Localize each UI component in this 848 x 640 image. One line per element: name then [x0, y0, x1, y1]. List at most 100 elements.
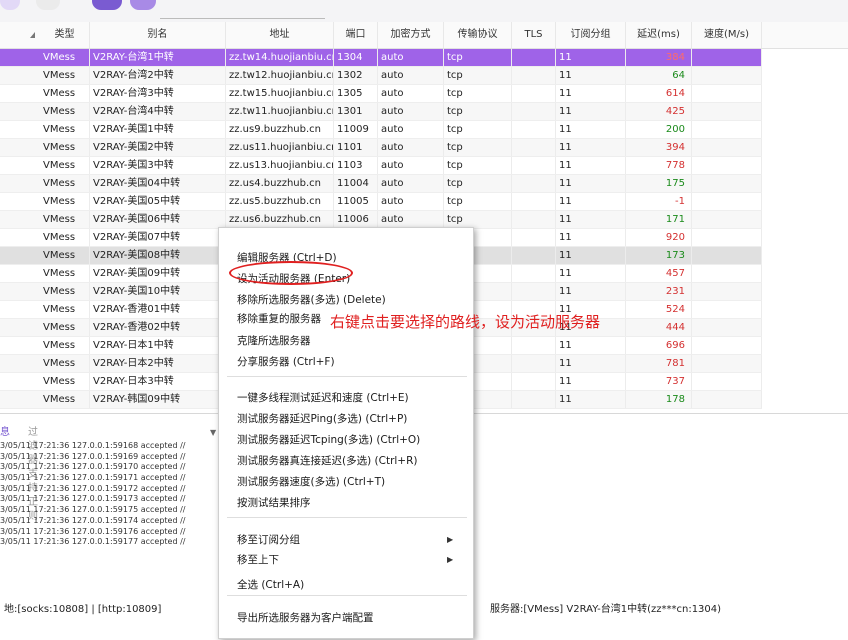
cell-type: VMess: [40, 49, 90, 67]
table-row[interactable]: VMess V2RAY-美国1中转 zz.us9.buzzhub.cn 11009 au…: [0, 121, 762, 139]
cell-tls: [512, 265, 556, 283]
column-header-port[interactable]: 端口: [334, 22, 378, 48]
cell-addr: zz.tw11.huojianbiu.cn: [226, 103, 334, 121]
table-row[interactable]: VMess V2RAY-台湾1中转 zz.tw14.huojianbiu.cn 130…: [0, 49, 762, 67]
cell-type: VMess: [40, 211, 90, 229]
cell-enc: auto: [378, 67, 444, 85]
cell-addr: zz.tw15.huojianbiu.cn: [226, 85, 334, 103]
cell-group: 11: [556, 67, 626, 85]
menu-item-remove-selected[interactable]: 移除所选服务器(多选) (Delete): [237, 290, 386, 310]
cell-type: VMess: [40, 301, 90, 319]
cell-type: VMess: [40, 193, 90, 211]
table-row[interactable]: VMess V2RAY-台湾4中转 zz.tw11.huojianbiu.cn 130…: [0, 103, 762, 121]
toolbar-button[interactable]: [0, 0, 20, 10]
cell-speed: [692, 103, 762, 121]
table-header: 类型 别名 地址 端口 加密方式 传输协议 TLS 订阅分组 延迟(ms) 速度(M/s): [0, 22, 848, 49]
table-row[interactable]: VMess V2RAY-美国04中转 zz.us4.buzzhub.cn 11004 a…: [0, 175, 762, 193]
menu-item-remove-duplicates[interactable]: 移除重复的服务器: [237, 309, 321, 329]
cell-lat: 173: [626, 247, 692, 265]
menu-item-test-ping[interactable]: 测试服务器延迟Ping(多选) (Ctrl+P): [237, 409, 407, 429]
menu-item-clone-server[interactable]: 克隆所选服务器: [237, 331, 311, 351]
toolbar-button[interactable]: [130, 0, 156, 10]
table-row[interactable]: VMess V2RAY-台湾3中转 zz.tw15.huojianbiu.cn 130…: [0, 85, 762, 103]
cell-lat: 778: [626, 157, 692, 175]
menu-item-label: 测试服务器延迟Ping(多选) (Ctrl+P): [237, 413, 408, 425]
column-header-tls[interactable]: TLS: [512, 22, 556, 48]
menu-item-label: 导出所选服务器为客户端配置: [237, 612, 374, 624]
table-row[interactable]: VMess V2RAY-美国2中转 zz.us11.huojianbiu.cn 110…: [0, 139, 762, 157]
column-header-group[interactable]: 订阅分组: [556, 22, 626, 48]
column-header-addr[interactable]: 地址: [226, 22, 334, 48]
cell-lat: 200: [626, 121, 692, 139]
cell-lat: 425: [626, 103, 692, 121]
menu-item-label: 全选 (Ctrl+A): [237, 579, 305, 591]
cell-port: 11005: [334, 193, 378, 211]
sort-arrow-icon[interactable]: [30, 32, 35, 38]
column-header-type[interactable]: 类型: [40, 22, 90, 48]
cell-enc: auto: [378, 121, 444, 139]
cell-alias: V2RAY-台湾4中转: [90, 103, 226, 121]
log-line: 3/05/11 17:21:36 127.0.0.1:59169 accepte…: [0, 451, 186, 461]
table-row[interactable]: VMess V2RAY-美国05中转 zz.us5.buzzhub.cn 11005 a…: [0, 193, 762, 211]
cell-tls: [512, 337, 556, 355]
cell-addr: zz.tw14.huojianbiu.cn: [226, 49, 334, 67]
cell-group: 11: [556, 121, 626, 139]
menu-item-test-all[interactable]: 一键多线程测试延迟和速度 (Ctrl+E): [237, 388, 409, 408]
cell-speed: [692, 391, 762, 409]
cell-tls: [512, 193, 556, 211]
menu-item-share-server[interactable]: 分享服务器 (Ctrl+F): [237, 352, 335, 372]
cell-alias: V2RAY-香港01中转: [90, 301, 226, 319]
cell-addr: zz.tw12.huojianbiu.cn: [226, 67, 334, 85]
cell-group: 11: [556, 157, 626, 175]
log-line: 3/05/11 17:21:36 127.0.0.1:59176 accepte…: [0, 526, 186, 536]
column-header-speed[interactable]: 速度(M/s): [692, 22, 762, 48]
cell-type: VMess: [40, 103, 90, 121]
search-input-underline[interactable]: [160, 18, 325, 19]
chevron-down-icon[interactable]: ▼: [210, 426, 216, 440]
menu-item-test-speed[interactable]: 测试服务器速度(多选) (Ctrl+T): [237, 472, 385, 492]
column-header-alias[interactable]: 别名: [90, 22, 226, 48]
menu-item-label: 测试服务器速度(多选) (Ctrl+T): [237, 476, 386, 488]
menu-item-test-real-delay[interactable]: 测试服务器真连接延迟(多选) (Ctrl+R): [237, 451, 418, 471]
cell-lat: 444: [626, 319, 692, 337]
log-line: 3/05/11 17:21:36 127.0.0.1:59170 accepte…: [0, 462, 186, 472]
cell-lat: 64: [626, 67, 692, 85]
cell-net: tcp: [444, 49, 512, 67]
context-menu: 编辑服务器 (Ctrl+D) 设为活动服务器 (Enter) 移除所选服务器(多选)…: [218, 227, 474, 639]
cell-group: 11: [556, 373, 626, 391]
menu-item-test-tcping[interactable]: 测试服务器延迟Tcping(多选) (Ctrl+O): [237, 430, 420, 450]
cell-speed: [692, 211, 762, 229]
cell-net: tcp: [444, 121, 512, 139]
column-header-net[interactable]: 传输协议: [444, 22, 512, 48]
menu-item-label: 移至订阅分组: [237, 534, 300, 546]
table-row[interactable]: VMess V2RAY-台湾2中转 zz.tw12.huojianbiu.cn 130…: [0, 67, 762, 85]
cell-lat: 231: [626, 283, 692, 301]
cell-alias: V2RAY-香港02中转: [90, 319, 226, 337]
table-row[interactable]: VMess V2RAY-美国3中转 zz.us13.huojianbiu.cn 110…: [0, 157, 762, 175]
cell-enc: auto: [378, 85, 444, 103]
menu-item-label: 测试服务器延迟Tcping(多选) (Ctrl+O): [237, 434, 421, 446]
menu-item-select-all[interactable]: 全选 (Ctrl+A): [237, 575, 304, 595]
menu-separator: [227, 517, 467, 518]
menu-item-move-to-group[interactable]: 移至订阅分组 ▶: [237, 530, 453, 550]
cell-port: 1302: [334, 67, 378, 85]
toolbar-button[interactable]: [36, 0, 60, 10]
cell-tls: [512, 157, 556, 175]
menu-item-export-client-config[interactable]: 导出所选服务器为客户端配置: [237, 608, 374, 628]
menu-item-move-up-down[interactable]: 移至上下 ▶: [237, 550, 453, 570]
cell-speed: [692, 139, 762, 157]
toolbar-button[interactable]: [92, 0, 122, 10]
menu-item-label: 移至上下: [237, 554, 279, 566]
cell-group: 11: [556, 247, 626, 265]
cell-group: 11: [556, 103, 626, 121]
cell-tls: [512, 139, 556, 157]
column-header-lat[interactable]: 延迟(ms): [626, 22, 692, 48]
column-header-enc[interactable]: 加密方式: [378, 22, 444, 48]
cell-enc: auto: [378, 175, 444, 193]
cell-speed: [692, 67, 762, 85]
cell-alias: V2RAY-台湾3中转: [90, 85, 226, 103]
highlight-ellipse: [229, 261, 353, 285]
menu-item-sort-by-result[interactable]: 按测试结果排序: [237, 493, 311, 513]
cell-addr: zz.us11.huojianbiu.cn: [226, 139, 334, 157]
cell-lat: 737: [626, 373, 692, 391]
